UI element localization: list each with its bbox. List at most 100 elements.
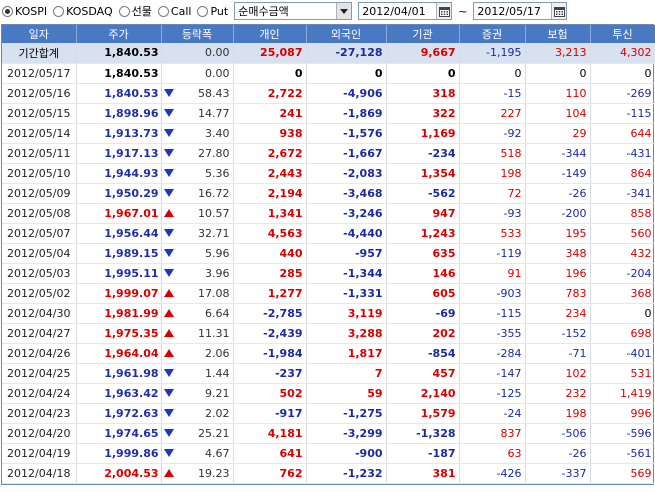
trust-cell: 560 bbox=[590, 223, 655, 244]
institution-cell: -234 bbox=[386, 143, 460, 164]
table-row[interactable]: 2012/04/23 1,972.63 2.02 -917 -1,275 1,579 -24… bbox=[2, 403, 655, 424]
market-radio-1[interactable]: KOSDAQ bbox=[53, 3, 113, 19]
table-row[interactable]: 2012/04/25 1,961.98 1.44 -237 7 457 -147 102 531 bbox=[2, 363, 655, 384]
institution-cell: 1,169 bbox=[386, 123, 460, 144]
price-cell: 1,898.96 bbox=[76, 103, 162, 124]
date-cell: 2012/05/10 bbox=[2, 163, 77, 184]
individual-cell: 285 bbox=[233, 263, 307, 284]
date-cell: 2012/05/03 bbox=[2, 263, 77, 284]
change-cell: 17.08 bbox=[161, 283, 234, 304]
foreign-cell: -2,083 bbox=[306, 163, 387, 184]
table-row[interactable]: 2012/05/09 1,950.29 16.72 2,194 -3,468 -562 72… bbox=[2, 183, 655, 204]
metric-select[interactable]: 순매수금액 bbox=[234, 2, 353, 20]
table-row[interactable]: 2012/05/11 1,917.13 27.80 2,672 -1,667 -234 51… bbox=[2, 143, 655, 164]
individual-cell: 938 bbox=[233, 123, 307, 144]
column-header[interactable]: 등락폭 bbox=[161, 25, 234, 43]
table-row[interactable]: 2012/04/30 1,981.99 6.64 -2,785 3,119 -69 -115… bbox=[2, 303, 655, 324]
institution-cell: 1,354 bbox=[386, 163, 460, 184]
table-row[interactable]: 2012/04/18 2,004.53 19.23 762 -1,232 381 -426-… bbox=[2, 463, 655, 484]
table-row[interactable]: 2012/05/07 1,956.44 32.71 4,563 -4,440 1,243 5… bbox=[2, 223, 655, 244]
date-to-input[interactable] bbox=[474, 3, 552, 19]
date-cell: 2012/05/04 bbox=[2, 243, 77, 264]
table-row[interactable]: 2012/05/03 1,995.11 3.96 285 -1,344 146 91 196-… bbox=[2, 263, 655, 284]
calendar-icon[interactable] bbox=[551, 3, 567, 19]
insurance-cell: -337 bbox=[525, 463, 591, 484]
radio-circle-icon[interactable] bbox=[2, 5, 13, 17]
date-cell: 2012/05/09 bbox=[2, 183, 77, 204]
radio-circle-icon[interactable] bbox=[118, 5, 130, 17]
change-cell: 0.00 bbox=[161, 63, 234, 84]
radio-circle-icon[interactable] bbox=[197, 5, 209, 17]
date-from-field[interactable] bbox=[358, 2, 453, 20]
price-cell: 1,961.98 bbox=[76, 363, 162, 384]
insurance-cell: 198 bbox=[525, 403, 591, 424]
trust-cell: -115 bbox=[590, 103, 655, 124]
table-row[interactable]: 2012/05/02 1,999.07 17.08 1,277 -1,331 605 -90… bbox=[2, 283, 655, 304]
individual-cell: -237 bbox=[233, 363, 307, 384]
foreign-cell: 7 bbox=[306, 363, 387, 384]
securities-cell: -125 bbox=[459, 383, 526, 404]
table-row[interactable]: 2012/05/16 1,840.53 58.43 2,722 -4,906 318 -15… bbox=[2, 83, 655, 104]
table-row[interactable]: 2012/05/15 1,898.96 14.77 241 -1,869 322 227 10… bbox=[2, 103, 655, 124]
column-header[interactable]: 증권 bbox=[459, 25, 526, 43]
table-row[interactable]: 2012/05/10 1,944.93 5.36 2,443 -2,083 1,354 19… bbox=[2, 163, 655, 184]
institution-cell: 635 bbox=[386, 243, 460, 264]
market-radio-0[interactable]: KOSPI bbox=[2, 3, 47, 19]
institution-cell: 1,579 bbox=[386, 403, 460, 424]
price-cell: 1,917.13 bbox=[76, 143, 162, 164]
down-triangle-icon bbox=[163, 409, 174, 417]
date-to-field[interactable] bbox=[473, 2, 568, 20]
table-row[interactable]: 2012/05/17 1,840.53 0.00 0 0 0 0 0 0 bbox=[2, 63, 655, 84]
securities-cell: -426 bbox=[459, 463, 526, 484]
table-row[interactable]: 2012/05/04 1,989.15 5.96 440 -957 635 -119 348 4… bbox=[2, 243, 655, 264]
column-header[interactable]: 개인 bbox=[233, 25, 307, 43]
down-triangle-icon bbox=[163, 389, 174, 397]
column-header[interactable]: 보험 bbox=[525, 25, 591, 43]
individual-cell: 4,181 bbox=[233, 423, 307, 444]
down-triangle-icon bbox=[163, 269, 174, 277]
change-cell: 5.96 bbox=[161, 243, 234, 264]
table-row[interactable]: 2012/04/27 1,975.35 11.31 -2,439 3,288 202 -35… bbox=[2, 323, 655, 344]
trust-cell: 0 bbox=[590, 303, 655, 324]
table-row[interactable]: 2012/04/19 1,999.86 4.67 641 -900 -187 63 -26 -5… bbox=[2, 443, 655, 464]
table-row[interactable]: 2012/04/26 1,964.04 2.06 -1,984 1,817 -854 -28… bbox=[2, 343, 655, 364]
date-cell: 2012/04/30 bbox=[2, 303, 77, 324]
table-row[interactable]: 2012/05/08 1,967.01 10.57 1,341 -3,246 947 -93… bbox=[2, 203, 655, 224]
column-header[interactable]: 투신 bbox=[590, 25, 655, 43]
institution-cell: 0 bbox=[386, 63, 460, 84]
column-header[interactable]: 기관 bbox=[386, 25, 460, 43]
down-triangle-icon bbox=[163, 429, 174, 437]
change-cell: 5.36 bbox=[161, 163, 234, 184]
column-header[interactable]: 외국인 bbox=[306, 25, 387, 43]
market-radio-3[interactable]: Call bbox=[157, 3, 191, 19]
radio-circle-icon[interactable] bbox=[157, 5, 169, 17]
period-total-row[interactable]: 기간합계 1,840.53 0.00 25,087 -27,128 9,667 -1,195… bbox=[2, 43, 655, 64]
securities-cell: -93 bbox=[459, 203, 526, 224]
table-row[interactable]: 2012/04/20 1,974.65 25.21 4,181 -3,299 -1,328… bbox=[2, 423, 655, 444]
column-header[interactable]: 주가 bbox=[76, 25, 162, 43]
down-triangle-icon bbox=[163, 109, 174, 117]
institution-cell: 1,243 bbox=[386, 223, 460, 244]
securities-cell: -115 bbox=[459, 303, 526, 324]
down-triangle-icon bbox=[163, 189, 174, 197]
radio-circle-icon[interactable] bbox=[53, 5, 65, 17]
market-radio-4[interactable]: Put bbox=[197, 3, 228, 19]
table-row[interactable]: 2012/05/14 1,913.73 3.40 938 -1,576 1,169 -92 2… bbox=[2, 123, 655, 144]
institution-cell: 202 bbox=[386, 323, 460, 344]
date-from-input[interactable] bbox=[359, 3, 437, 19]
change-value: 58.43 bbox=[198, 86, 230, 100]
change-cell: 58.43 bbox=[161, 83, 234, 104]
change-value: 4.67 bbox=[205, 446, 230, 460]
calendar-icon[interactable] bbox=[436, 3, 452, 19]
change-cell: 25.21 bbox=[161, 423, 234, 444]
individual-cell: 641 bbox=[233, 443, 307, 464]
table-row[interactable]: 2012/04/24 1,963.42 9.21 502 59 2,140 -125 232 1… bbox=[2, 383, 655, 404]
change-value: 0.00 bbox=[205, 66, 230, 80]
institution-cell: 9,667 bbox=[386, 43, 460, 64]
market-radio-2[interactable]: 선물 bbox=[118, 3, 152, 19]
column-header[interactable]: 일자 bbox=[2, 25, 77, 43]
chevron-down-icon[interactable] bbox=[336, 3, 352, 19]
foreign-cell: -3,299 bbox=[306, 423, 387, 444]
change-cell: 10.57 bbox=[161, 203, 234, 224]
date-cell: 2012/04/27 bbox=[2, 323, 77, 344]
